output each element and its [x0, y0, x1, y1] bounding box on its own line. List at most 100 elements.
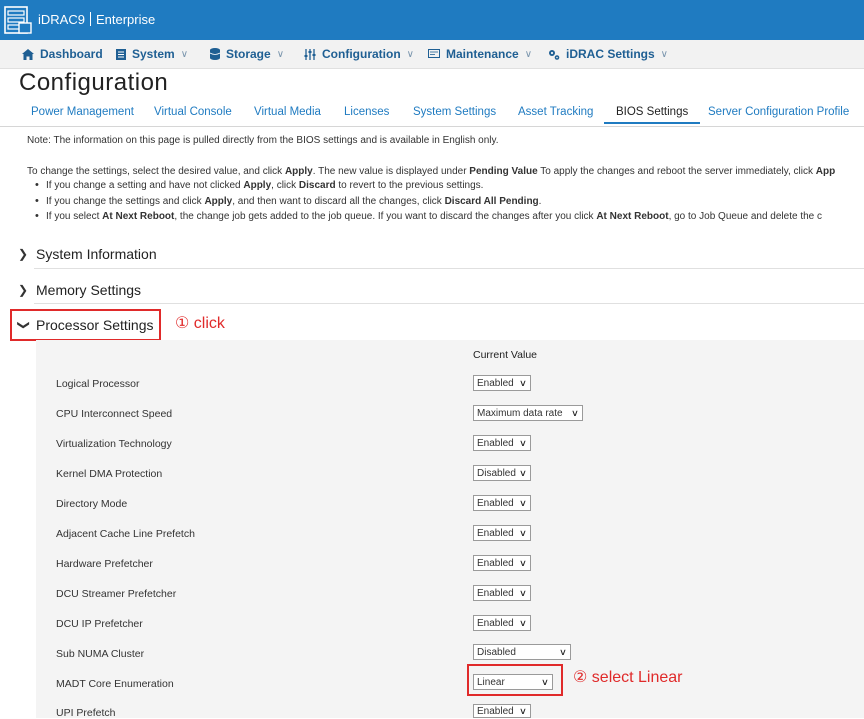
nav-storage-label: Storage — [226, 47, 271, 61]
instructions: To change the settings, select the desir… — [27, 166, 835, 177]
bullet-item: If you change the settings and click App… — [35, 195, 822, 212]
virtualization-technology-select[interactable]: Enabled ∨ — [473, 435, 531, 451]
hardware-prefetcher-select[interactable]: Enabled ∨ — [473, 555, 531, 571]
instruction-text: . The new value is displayed under — [312, 166, 470, 177]
bullet-item: If you select At Next Reboot, the change… — [35, 210, 822, 227]
chevron-down-icon: ∨ — [519, 378, 527, 388]
instruction-pending: Pending Value — [469, 166, 538, 177]
chevron-right-icon: ❯ — [18, 247, 29, 261]
current-value-header: Current Value — [473, 349, 538, 361]
tab-server-configuration-profile[interactable]: Server Configuration Profile — [708, 106, 849, 118]
tab-bios-settings[interactable]: BIOS Settings — [604, 106, 701, 124]
select-value: Enabled — [477, 618, 514, 629]
bios-note: Note: The information on this page is pu… — [27, 135, 499, 146]
nav-idrac-settings[interactable]: iDRAC Settings ∨ — [548, 47, 668, 61]
sub-numa-cluster-select[interactable]: Disabled ∨ — [473, 644, 571, 660]
instruction-apply: Apply — [284, 166, 313, 177]
chevron-right-icon: ❯ — [18, 283, 29, 297]
divider — [34, 303, 864, 304]
home-icon — [22, 48, 34, 60]
chevron-down-icon: ∨ — [180, 48, 189, 60]
chevron-down-icon: ∨ — [519, 528, 527, 538]
instruction-text: To apply the changes and reboot the serv… — [537, 166, 816, 177]
brand: iDRAC9 Enterprise — [38, 12, 155, 27]
brand-edition: Enterprise — [95, 12, 156, 27]
brand-name: iDRAC9 — [38, 12, 85, 27]
nav-configuration[interactable]: Configuration ∨ — [304, 47, 414, 61]
tab-virtual-media[interactable]: Virtual Media — [254, 106, 321, 118]
nav-system[interactable]: System ∨ — [116, 47, 188, 61]
kernel-dma-protection-select[interactable]: Disabled ∨ — [473, 465, 531, 481]
select-value: Enabled — [477, 706, 514, 717]
chevron-down-icon: ∨ — [519, 468, 527, 478]
adjacent-cache-line-prefetch-select[interactable]: Enabled ∨ — [473, 525, 531, 541]
nav-maintenance[interactable]: Maintenance ∨ — [428, 47, 532, 61]
chevron-down-icon: ∨ — [519, 438, 527, 448]
section-memory-settings[interactable]: ❯ Memory Settings — [0, 273, 864, 307]
chevron-down-icon: ∨ — [660, 48, 668, 60]
select-value: Enabled — [477, 558, 514, 569]
chevron-down-icon: ∨ — [519, 498, 527, 508]
gears-icon — [549, 49, 560, 60]
setting-label: CPU Interconnect Speed — [56, 408, 173, 420]
dcu-ip-prefetcher-select[interactable]: Enabled ∨ — [473, 615, 531, 631]
chevron-down-icon: ∨ — [519, 558, 527, 568]
tab-system-settings[interactable]: System Settings — [413, 106, 496, 118]
setting-label: Hardware Prefetcher — [56, 558, 153, 570]
dcu-streamer-prefetcher-select[interactable]: Enabled ∨ — [473, 585, 531, 601]
nav-storage[interactable]: Storage ∨ — [210, 47, 284, 61]
instruction-text: To change the settings, select the desir… — [27, 166, 285, 177]
highlight-box — [467, 664, 563, 696]
cpu-interconnect-speed-select[interactable]: Maximum data rate ∨ — [473, 405, 583, 421]
select-value: Enabled — [477, 378, 514, 389]
annotation-step1: ① click — [175, 315, 225, 332]
upi-prefetch-select[interactable]: Enabled ∨ — [473, 704, 531, 718]
chevron-down-icon: ∨ — [406, 48, 414, 60]
select-value: Disabled — [477, 468, 516, 479]
section-system-information-label: System Information — [36, 246, 157, 262]
divider — [34, 268, 864, 269]
section-system-information[interactable]: ❯ System Information — [0, 237, 864, 271]
directory-mode-select[interactable]: Enabled ∨ — [473, 495, 531, 511]
brand-divider — [89, 12, 91, 26]
chevron-down-icon: ∨ — [276, 48, 285, 60]
setting-label: DCU Streamer Prefetcher — [56, 588, 177, 600]
setting-label: MADT Core Enumeration — [56, 678, 174, 690]
tab-power-management[interactable]: Power Management — [31, 106, 134, 118]
tab-licenses[interactable]: Licenses — [344, 106, 389, 118]
nav-maintenance-label: Maintenance — [446, 47, 519, 61]
select-value: Enabled — [477, 528, 514, 539]
tab-bar: Power Management Virtual Console Virtual… — [0, 100, 864, 127]
setting-label: Kernel DMA Protection — [56, 468, 163, 480]
instruction-apply-truncated: App — [815, 166, 836, 177]
setting-label: Sub NUMA Cluster — [56, 648, 145, 660]
nav-system-label: System — [132, 47, 175, 61]
setting-label: Logical Processor — [56, 378, 140, 390]
top-bar: iDRAC9 Enterprise — [0, 0, 864, 40]
select-value: Enabled — [477, 588, 514, 599]
select-value: Maximum data rate — [477, 408, 563, 419]
nav-dashboard-label: Dashboard — [40, 47, 103, 61]
annotation-step2: ② select Linear — [573, 669, 683, 686]
server-icon — [116, 48, 126, 60]
chevron-down-icon: ∨ — [524, 48, 533, 60]
monitor-icon — [428, 49, 440, 58]
database-icon — [210, 48, 220, 60]
instruction-bullets: If you change a setting and have not cli… — [35, 179, 822, 227]
chevron-down-icon: ∨ — [519, 706, 527, 716]
tab-virtual-console[interactable]: Virtual Console — [154, 106, 232, 118]
section-memory-settings-label: Memory Settings — [36, 282, 142, 298]
idrac-logo-icon — [4, 6, 32, 34]
setting-label: DCU IP Prefetcher — [56, 618, 143, 630]
select-value: Disabled — [477, 647, 516, 658]
tab-asset-tracking[interactable]: Asset Tracking — [518, 106, 593, 118]
chevron-down-icon: ∨ — [519, 588, 527, 598]
setting-label: Directory Mode — [56, 498, 128, 510]
setting-label: Virtualization Technology — [56, 438, 172, 450]
sliders-icon — [304, 48, 316, 60]
nav-configuration-label: Configuration — [322, 47, 401, 61]
page-title: Configuration — [19, 69, 169, 96]
nav-dashboard[interactable]: Dashboard — [22, 47, 103, 61]
select-value: Enabled — [477, 438, 514, 449]
logical-processor-select[interactable]: Enabled ∨ — [473, 375, 531, 391]
